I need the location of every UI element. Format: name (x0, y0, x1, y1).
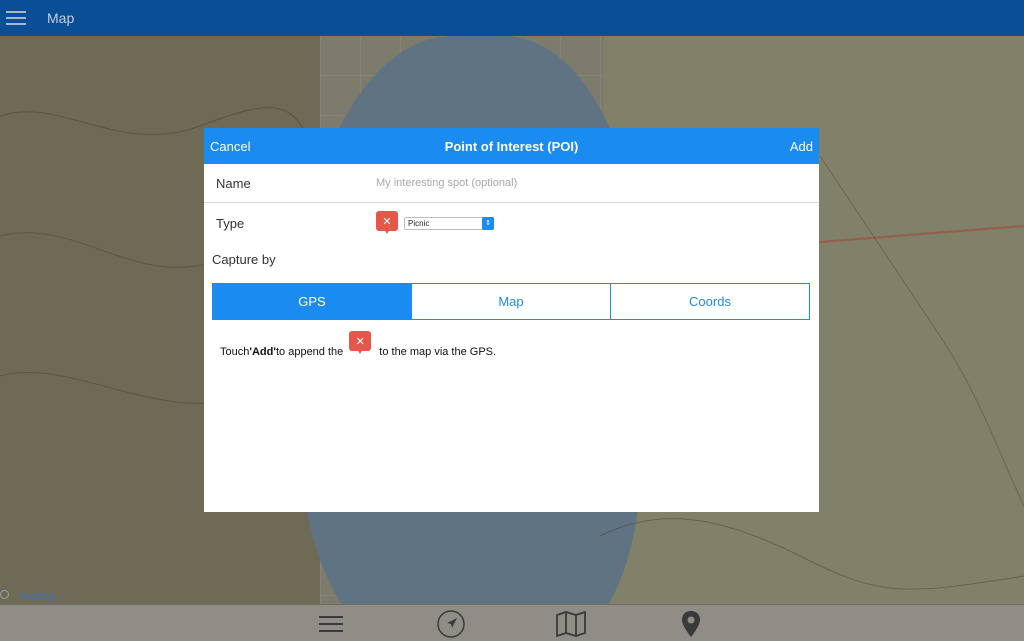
type-select-value: Picnic (408, 218, 430, 228)
type-select[interactable]: Picnic ⇕ (404, 216, 494, 230)
bottom-toolbar (0, 604, 1024, 641)
hint-prefix: Touch (220, 346, 250, 358)
tab-map[interactable]: Map (411, 284, 610, 319)
top-app-bar: Map (0, 0, 1024, 36)
capture-hint: Touch 'Add' to append the ✕ to the map v… (220, 331, 819, 358)
tab-gps[interactable]: GPS (213, 284, 411, 319)
cancel-button[interactable]: Cancel (210, 139, 250, 154)
hint-bold: 'Add' (249, 346, 276, 358)
type-label: Type (216, 215, 245, 231)
app-title: Map (47, 10, 75, 26)
name-input[interactable] (376, 177, 796, 189)
menu-icon[interactable] (316, 609, 346, 639)
hamburger-icon[interactable] (6, 11, 26, 25)
name-row: Name (204, 164, 819, 203)
hint-middle: to append the (275, 346, 344, 358)
add-button[interactable]: Add (790, 139, 813, 154)
location-pin-icon[interactable] (676, 609, 706, 639)
select-arrows-icon: ⇕ (482, 216, 494, 230)
dialog-header: Cancel Point of Interest (POI) Add (204, 128, 819, 164)
map-icon[interactable] (556, 609, 586, 639)
name-label: Name (216, 175, 251, 191)
dialog-title: Point of Interest (POI) (444, 138, 579, 154)
capture-segmented-control: GPS Map Coords (212, 283, 810, 320)
type-row: Type ✕ Picnic ⇕ (204, 203, 819, 243)
loading-status: loading ... (19, 591, 66, 602)
picnic-poi-icon: ✕ (376, 211, 398, 235)
loading-spinner-icon (0, 590, 9, 599)
picnic-poi-icon: ✕ (349, 331, 372, 355)
tab-coords[interactable]: Coords (610, 284, 809, 319)
hint-suffix: to the map via the GPS. (379, 346, 497, 358)
capture-by-label: Capture by (212, 252, 276, 267)
navigation-arrow-icon[interactable] (436, 609, 466, 639)
poi-dialog: Cancel Point of Interest (POI) Add Name … (204, 128, 819, 512)
